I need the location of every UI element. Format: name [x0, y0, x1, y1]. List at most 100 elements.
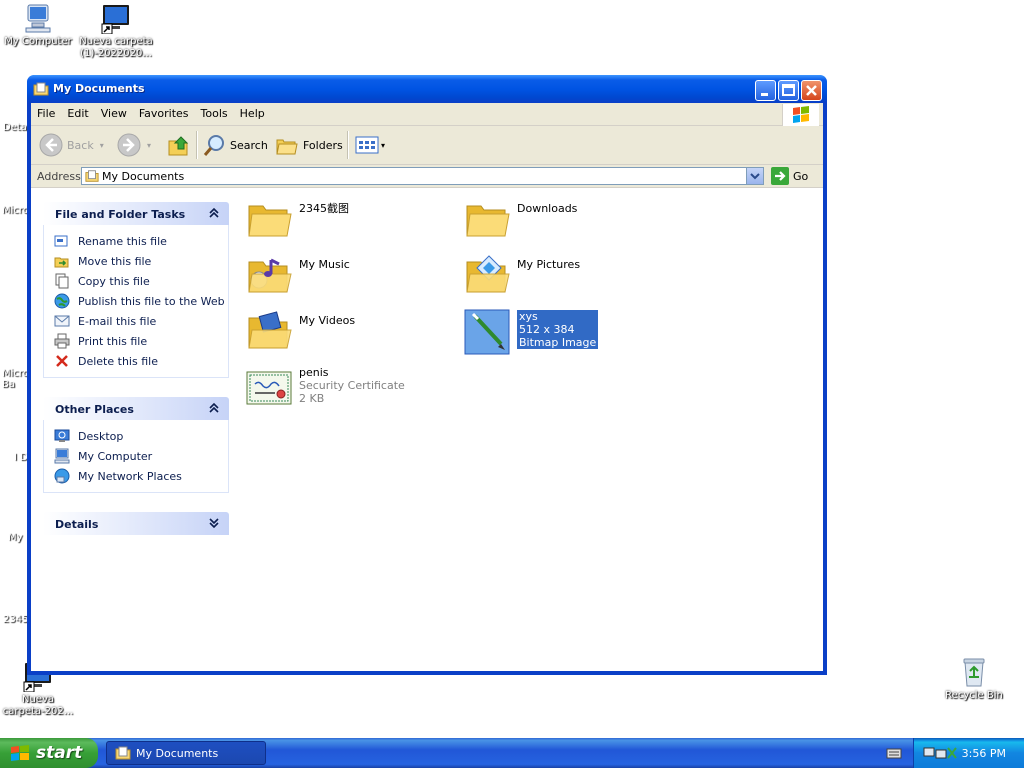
task-rename[interactable]: Rename this file — [44, 231, 228, 251]
computer-icon — [25, 4, 51, 33]
forward-button[interactable]: ▾ — [117, 132, 151, 158]
network-tray-icon[interactable] — [922, 744, 958, 762]
file-item-penis[interactable]: penis Security Certificate 2 KB — [245, 364, 405, 412]
expand-chevron-icon — [209, 518, 219, 529]
file-tasks-header[interactable]: File and Folder Tasks — [43, 202, 229, 225]
file-type: Security Certificate — [299, 379, 405, 392]
details-title: Details — [55, 518, 99, 531]
keyboard-icon[interactable] — [886, 746, 902, 760]
task-label: Publish this file to the Web — [78, 294, 225, 308]
menu-view[interactable]: View — [95, 103, 133, 120]
up-folder-icon — [168, 136, 189, 156]
place-my-computer[interactable]: My Computer — [44, 446, 228, 466]
file-tasks-title: File and Folder Tasks — [55, 208, 186, 221]
up-folder-button[interactable] — [167, 132, 191, 158]
chevron-down-icon: ▾ — [147, 140, 152, 150]
task-delete[interactable]: Delete this file — [44, 351, 228, 371]
back-arrow-icon — [39, 133, 63, 157]
system-tray: 3:56 PM — [913, 738, 1024, 768]
explorer-window: My Documents File Edit View Favorites Tools H… — [27, 75, 827, 675]
file-item-2345[interactable]: 2345截图 — [245, 196, 349, 244]
task-print[interactable]: Print this file — [44, 331, 228, 351]
folder-icon — [466, 205, 510, 237]
file-text: penis Security Certificate 2 KB — [299, 366, 405, 405]
window-body: File Edit View Favorites Tools Help Back ▾ — [31, 103, 823, 671]
file-name: My Pictures — [517, 258, 581, 271]
folders-icon — [276, 139, 298, 155]
other-places-title: Other Places — [55, 403, 134, 416]
place-label: My Network Places — [78, 469, 182, 483]
views-button[interactable]: ▾ — [355, 132, 385, 158]
address-label: Address — [37, 170, 81, 183]
menu-tools[interactable]: Tools — [195, 103, 234, 120]
menu-favorites[interactable]: Favorites — [133, 103, 195, 120]
email-icon — [54, 315, 70, 327]
task-copy[interactable]: Copy this file — [44, 271, 228, 291]
other-places-header[interactable]: Other Places — [43, 397, 229, 420]
go-button[interactable]: Go — [771, 167, 808, 185]
desktop-partial-label: My — [8, 532, 23, 543]
address-value: My Documents — [102, 170, 185, 183]
address-dropdown-button[interactable] — [746, 168, 763, 184]
task-label: Move this file — [78, 254, 152, 268]
back-button[interactable]: Back ▾ — [39, 132, 104, 158]
clock[interactable]: 3:56 PM — [962, 747, 1006, 760]
file-item-downloads[interactable]: Downloads — [463, 196, 577, 244]
task-move[interactable]: Move this file — [44, 251, 228, 271]
menu-bar: File Edit View Favorites Tools Help — [31, 103, 823, 126]
certificate-icon — [246, 371, 292, 405]
file-text: My Pictures — [517, 258, 580, 271]
desktop-icon-recycle-bin[interactable]: Recycle Bin — [936, 656, 1012, 702]
menu-help[interactable]: Help — [234, 103, 271, 120]
windows-flag-icon — [11, 745, 29, 761]
window-title: My Documents — [53, 82, 145, 95]
go-arrow-icon — [771, 167, 789, 185]
file-name: My Music — [299, 258, 350, 271]
title-bar[interactable]: My Documents — [27, 75, 827, 103]
desktop-partial-label: Micro — [2, 205, 29, 216]
other-places-group: Other Places Desktop My Computer My Netw… — [43, 397, 229, 493]
place-my-network[interactable]: My Network Places — [44, 466, 228, 486]
rename-icon — [54, 235, 68, 247]
file-item-my-pictures[interactable]: My Pictures — [463, 252, 580, 300]
my-documents-icon — [85, 170, 99, 182]
place-desktop[interactable]: Desktop — [44, 426, 228, 446]
desktop-icon-my-computer[interactable]: My Computer — [0, 2, 76, 48]
file-tasks-group: File and Folder Tasks Rename this file M… — [43, 202, 229, 378]
file-text: My Videos — [299, 314, 355, 327]
task-label: Print this file — [78, 334, 148, 348]
file-text: xys 512 x 384 Bitmap Image — [517, 310, 599, 349]
close-button[interactable] — [801, 80, 822, 101]
folders-button[interactable]: Folders — [275, 132, 343, 158]
taskbar-item-my-documents[interactable]: My Documents — [106, 741, 266, 765]
desktop-partial-label: I D — [14, 452, 28, 463]
menu-edit[interactable]: Edit — [61, 103, 94, 120]
desktop-icon-label: Nueva carpeta-202... — [2, 694, 74, 717]
maximize-button[interactable] — [778, 80, 799, 101]
place-label: My Computer — [78, 449, 153, 463]
collapse-chevron-icon — [209, 402, 219, 413]
file-item-my-music[interactable]: My Music — [245, 252, 350, 300]
start-label: start — [36, 743, 83, 763]
network-icon — [54, 468, 70, 484]
file-item-xys[interactable]: xys 512 x 384 Bitmap Image — [463, 308, 599, 356]
file-tasks-body: Rename this file Move this file Copy thi… — [43, 225, 229, 378]
desktop-icon-nueva-carpeta-1[interactable]: Nueva carpeta (1)-2022020... — [78, 2, 154, 60]
file-item-my-videos[interactable]: My Videos — [245, 308, 355, 356]
search-button[interactable]: Search — [203, 132, 268, 158]
task-publish[interactable]: Publish this file to the Web — [44, 291, 228, 311]
menu-file[interactable]: File — [31, 103, 61, 120]
delete-icon — [56, 355, 68, 367]
task-email[interactable]: E-mail this file — [44, 311, 228, 331]
address-input[interactable]: My Documents — [81, 167, 764, 185]
desktop-icon-label: Recycle Bin — [945, 690, 1003, 701]
videos-folder-icon — [248, 311, 292, 349]
chevron-down-icon: ▾ — [381, 140, 386, 150]
windows-logo — [782, 104, 819, 126]
file-text: Downloads — [517, 202, 577, 215]
start-button[interactable]: start — [0, 738, 98, 768]
file-name: 2345截图 — [299, 202, 349, 215]
minimize-button[interactable] — [755, 80, 776, 101]
details-header[interactable]: Details — [43, 512, 229, 535]
desktop-icon-label: Nueva carpeta (1)-2022020... — [79, 36, 153, 59]
